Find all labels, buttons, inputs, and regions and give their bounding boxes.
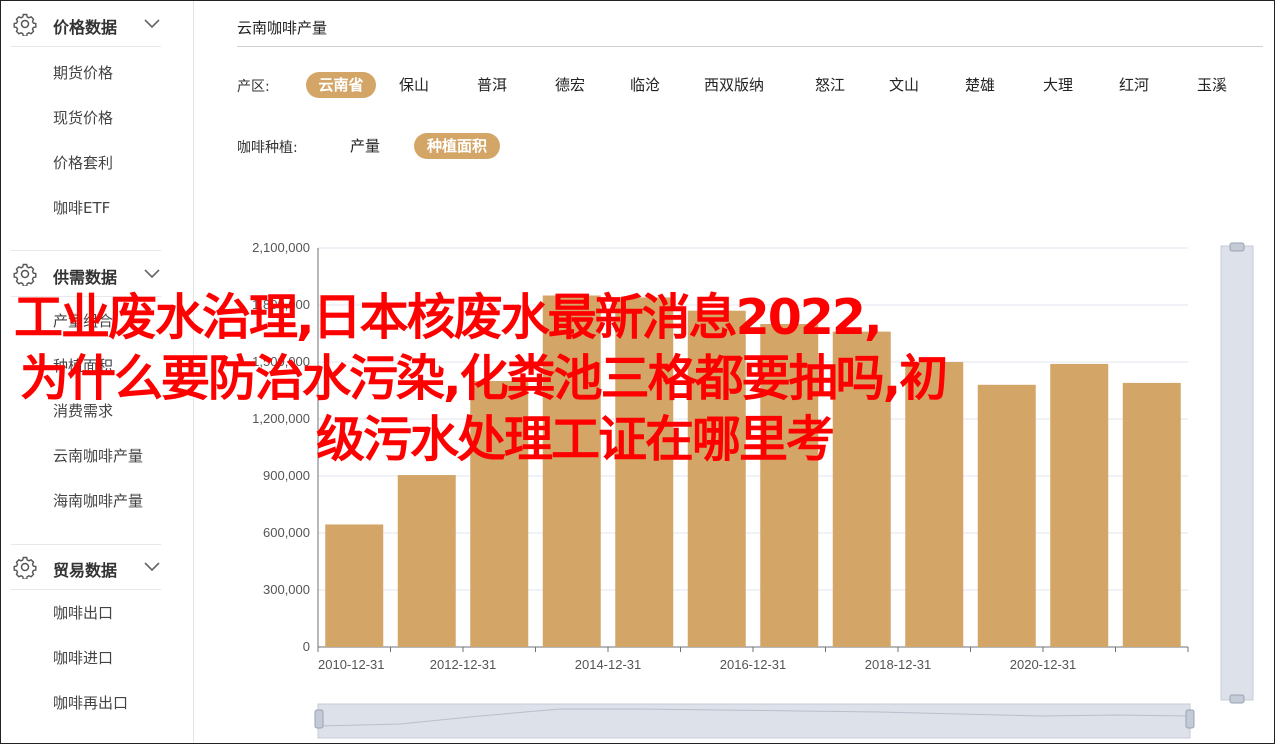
bar-2021-12-31[interactable] [1122, 382, 1181, 647]
y-tick-label: 900,000 [263, 468, 310, 483]
x-axis: 2010-12-31 2012-12-31 2014-12-31 2016-12-31… [317, 647, 1189, 672]
vertical-zoom-slider[interactable] [1220, 242, 1254, 704]
y-tick-label: 600,000 [263, 525, 310, 540]
y-tick-label: 1,200,000 [252, 411, 310, 426]
bar-2013-12-31[interactable] [542, 295, 601, 648]
slider-handle-left[interactable] [314, 709, 324, 729]
overlay-text-line-3: 级污水处理工证在哪里考 [316, 411, 835, 468]
x-tick-label: 2014-12-31 [575, 657, 642, 672]
bar-2019-12-31[interactable] [977, 384, 1036, 647]
bar-2010-12-31[interactable] [325, 524, 384, 647]
bar-2011-12-31[interactable] [397, 475, 456, 647]
overlay-text-line-2: 为什么要防治水污染,化粪池三格都要抽吗,初 [20, 350, 948, 407]
horizontal-zoom-slider[interactable] [314, 703, 1195, 739]
bar-2020-12-31[interactable] [1050, 363, 1109, 647]
x-tick-label: 2010-12-31 [318, 657, 385, 672]
x-tick-label: 2020-12-31 [1010, 657, 1077, 672]
y-tick-label: 0 [303, 639, 310, 654]
y-tick-label: 2,100,000 [252, 240, 310, 255]
slider-handle-bottom[interactable] [1229, 694, 1245, 704]
bar-series [325, 295, 1181, 648]
x-tick-label: 2018-12-31 [865, 657, 932, 672]
x-tick-label: 2016-12-31 [720, 657, 787, 672]
y-tick-label: 300,000 [263, 582, 310, 597]
overlay-text-line-1: 工业废水治理,日本核废水最新消息2022, [14, 289, 883, 346]
slider-handle-top[interactable] [1229, 242, 1245, 252]
x-tick-label: 2012-12-31 [430, 657, 497, 672]
slider-handle-right[interactable] [1185, 709, 1195, 729]
